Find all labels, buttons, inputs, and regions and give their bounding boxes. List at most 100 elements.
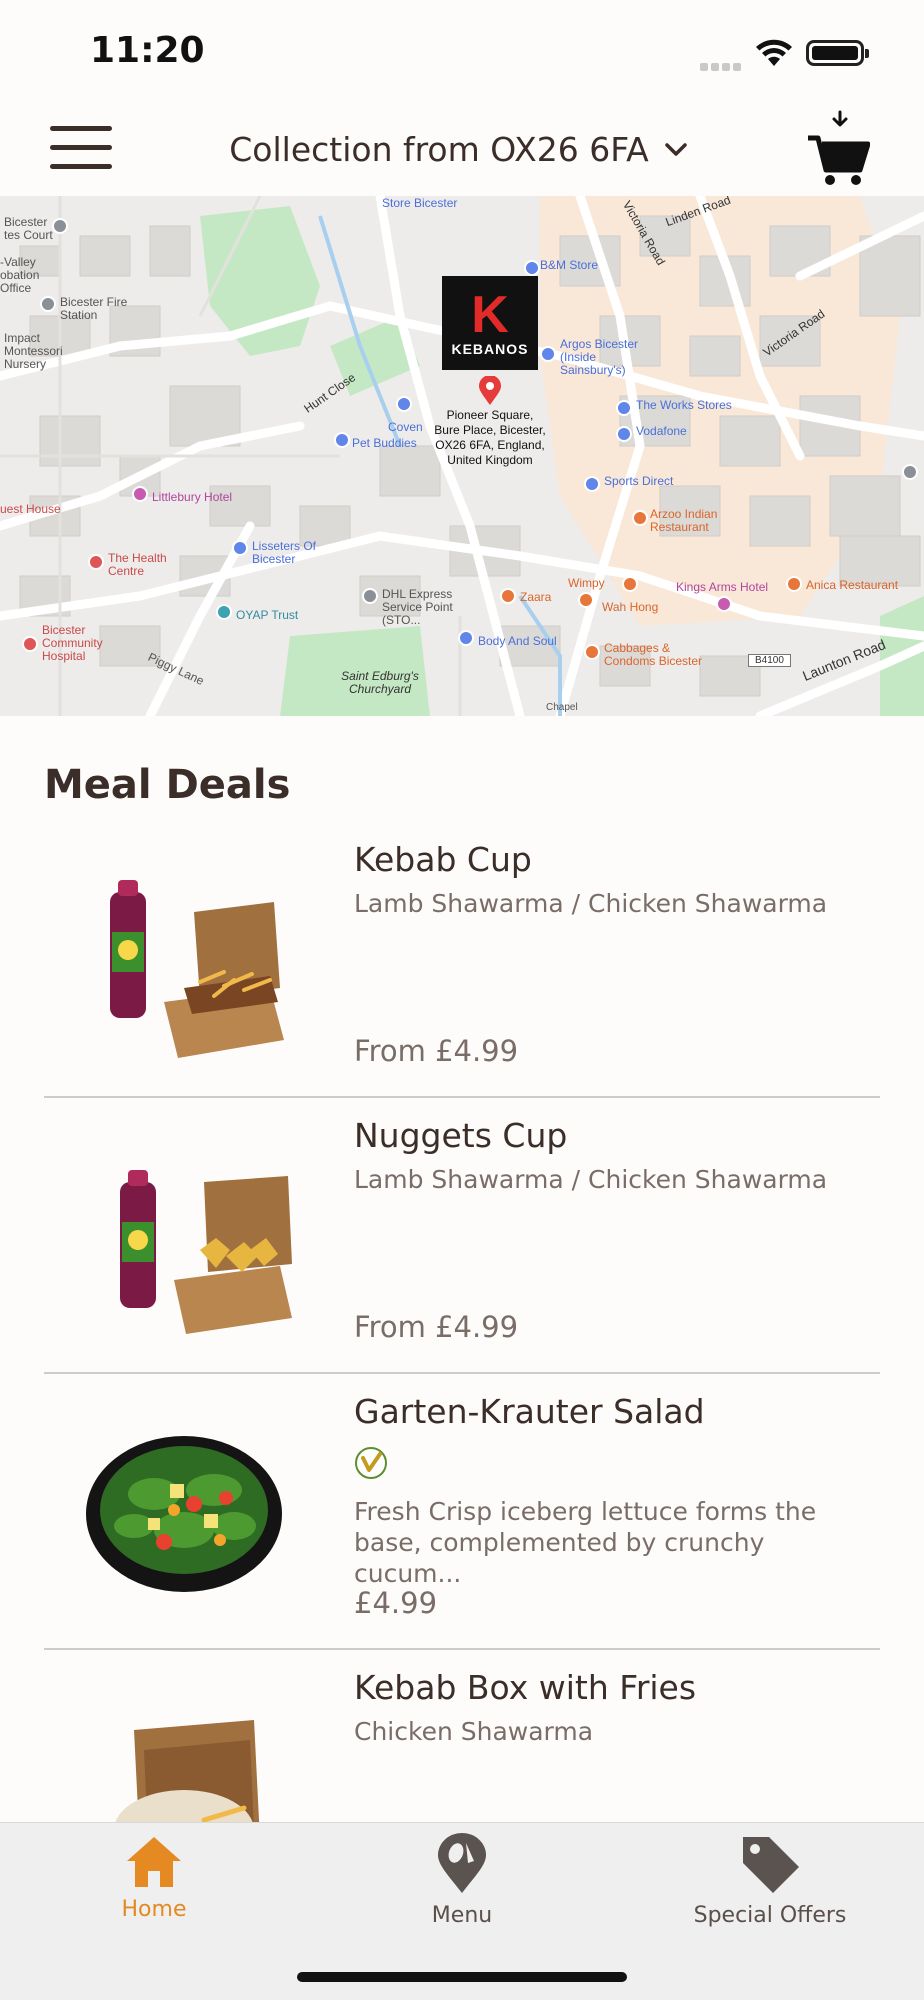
map-poi-argos[interactable] <box>540 346 556 362</box>
tab-menu[interactable]: Menu <box>342 1833 582 1943</box>
menu-item-garten-krauter-salad[interactable]: Garten-Krauter Salad Fresh Crisp iceberg… <box>44 1374 880 1650</box>
map-label-vodafone: Vodafone <box>636 424 687 438</box>
map-poi-anica[interactable] <box>786 576 802 592</box>
store-map[interactable]: Store Bicester B&M Store Argos Bicester … <box>0 196 924 716</box>
map-label-fire-station: Bicester Fire Station <box>60 295 128 322</box>
item-name: Kebab Box with Fries <box>354 1668 697 1707</box>
cellular-signal-icon <box>700 56 744 71</box>
map-label-bm-store: B&M Store <box>540 258 599 272</box>
map-label-argos: Argos Bicester (Inside Sainsbury's) <box>560 337 639 377</box>
map-poi-coven[interactable] <box>396 396 412 412</box>
map-poi-arzoo[interactable] <box>632 510 648 526</box>
map-poi-bm-store[interactable] <box>524 260 540 276</box>
map-label-dhl: DHL Express Service Point (STO... <box>382 587 453 627</box>
map-poi-right-edge[interactable] <box>902 464 918 480</box>
cart-icon[interactable] <box>806 108 870 188</box>
item-description: Lamb Shawarma / Chicken Shawarma <box>354 1165 828 1194</box>
map-poi-lisseters[interactable] <box>232 540 248 556</box>
map-label-wah-hong: Wah Hong <box>602 600 659 614</box>
map-label-sports-direct: Sports Direct <box>604 474 674 488</box>
map-poi-kings-arms[interactable] <box>716 596 732 612</box>
map-label-chapel: Chapel <box>546 702 578 713</box>
map-poi-vodafone[interactable] <box>616 426 632 442</box>
vegetarian-icon <box>355 1447 387 1479</box>
kebab-cup-image <box>110 880 284 1058</box>
map-label-works: The Works Stores <box>636 398 732 412</box>
map-label-montessori: Impact Montessori Nursery <box>4 331 63 371</box>
home-indicator <box>297 1972 627 1982</box>
map-label-store-bicester: Store Bicester <box>382 196 458 210</box>
salad-bowl-image <box>86 1436 282 1592</box>
item-price: From £4.99 <box>354 1034 519 1068</box>
map-label-guest-house: uest House <box>0 502 61 516</box>
map-label-valley: -Valley obation Office <box>0 255 40 295</box>
store-address-line-1: Pioneer Square, <box>446 408 534 422</box>
kebanos-logo-text: KEBANOS <box>451 341 529 357</box>
kebanos-logo[interactable]: K KEBANOS <box>442 276 538 370</box>
map-poi-wah-hong[interactable] <box>622 576 638 592</box>
map-label-cabbages: Cabbages & Condoms Bicester <box>604 641 703 668</box>
battery-icon <box>806 40 869 66</box>
map-poi-littlebury[interactable] <box>132 486 148 502</box>
map-label-courts: Bicester tes Court <box>4 215 53 242</box>
menu-item-nuggets-cup[interactable]: Nuggets Cup Lamb Shawarma / Chicken Shaw… <box>44 1098 880 1374</box>
hamburger-menu-icon[interactable] <box>50 126 112 170</box>
map-label-community-hospital: Bicester Community Hospital <box>42 623 103 663</box>
store-address-line-4: United Kingdom <box>447 453 533 467</box>
map-label-health-centre: The Health Centre <box>108 551 167 578</box>
collection-location-label: Collection from OX26 6FA <box>229 129 649 169</box>
kebanos-logo-mark: K <box>471 286 509 344</box>
app-header: Collection from OX26 6FA <box>0 100 924 196</box>
map-label-coven: Coven <box>388 420 423 434</box>
map-label-oyap: OYAP Trust <box>236 608 299 622</box>
item-name: Garten-Krauter Salad <box>354 1392 705 1431</box>
map-label-zaara: Zaara <box>520 590 552 604</box>
item-description: Lamb Shawarma / Chicken Shawarma <box>354 889 828 918</box>
map-poi-zaara[interactable] <box>500 588 516 604</box>
map-poi-body-soul[interactable] <box>458 630 474 646</box>
store-address-line-3: OX26 6FA, England, <box>435 438 545 452</box>
tag-icon <box>743 1837 799 1893</box>
map-poi-oyap[interactable] <box>216 604 232 620</box>
item-description: Chicken Shawarma <box>354 1717 594 1746</box>
collection-location-selector[interactable]: Collection from OX26 6FA <box>220 126 700 172</box>
chevron-down-icon <box>664 143 687 156</box>
tab-special-offers[interactable]: Special Offers <box>650 1833 890 1943</box>
map-poi-health-centre[interactable] <box>88 554 104 570</box>
item-price: From £4.99 <box>354 1310 519 1344</box>
map-label-body-soul: Body And Soul <box>478 634 557 648</box>
item-name: Nuggets Cup <box>354 1116 568 1155</box>
store-address: Pioneer Square, Bure Place, Bicester, OX… <box>420 408 560 468</box>
map-label-b4100: B4100 <box>748 654 791 667</box>
tab-menu-label: Menu <box>431 1903 493 1928</box>
map-label-lisseters: Lisseters Of Bicester <box>252 539 317 566</box>
status-time: 11:20 <box>90 30 205 71</box>
map-label-pet-buddies: Pet Buddies <box>352 436 417 450</box>
map-poi-courts[interactable] <box>52 218 68 234</box>
nuggets-cup-image <box>120 1170 292 1334</box>
map-label-anica: Anica Restaurant <box>806 578 899 592</box>
map-poi-cabbages[interactable] <box>584 644 600 660</box>
map-poi-fire-station[interactable] <box>40 296 56 312</box>
map-poi-community-hospital[interactable] <box>22 636 38 652</box>
item-name: Kebab Cup <box>354 840 532 879</box>
item-description: Fresh Crisp iceberg lettuce forms the ba… <box>354 1497 817 1588</box>
status-bar: 11:20 <box>0 0 924 100</box>
tab-home-label: Home <box>121 1897 187 1922</box>
map-label-arzoo: Arzoo Indian Restaurant <box>650 507 718 534</box>
section-title-meal-deals: Meal Deals <box>44 762 291 808</box>
map-pin-icon[interactable] <box>478 376 502 406</box>
item-price: £4.99 <box>354 1586 438 1620</box>
map-label-saint-edburgs: Saint Edburg's Churchyard <box>341 669 419 696</box>
wifi-icon <box>756 39 792 66</box>
map-label-littlebury: Littlebury Hotel <box>152 490 233 504</box>
menu-item-kebab-cup[interactable]: Kebab Cup Lamb Shawarma / Chicken Shawar… <box>44 822 880 1098</box>
map-label-kings-arms: Kings Arms Hotel <box>676 580 769 594</box>
map-poi-pet-buddies[interactable] <box>334 432 350 448</box>
map-label-wimpy: Wimpy <box>568 576 605 590</box>
map-poi-works[interactable] <box>616 400 632 416</box>
home-icon <box>127 1837 181 1887</box>
tab-home[interactable]: Home <box>34 1833 274 1943</box>
map-poi-wimpy[interactable] <box>578 592 594 608</box>
map-poi-sports-direct[interactable] <box>584 476 600 492</box>
